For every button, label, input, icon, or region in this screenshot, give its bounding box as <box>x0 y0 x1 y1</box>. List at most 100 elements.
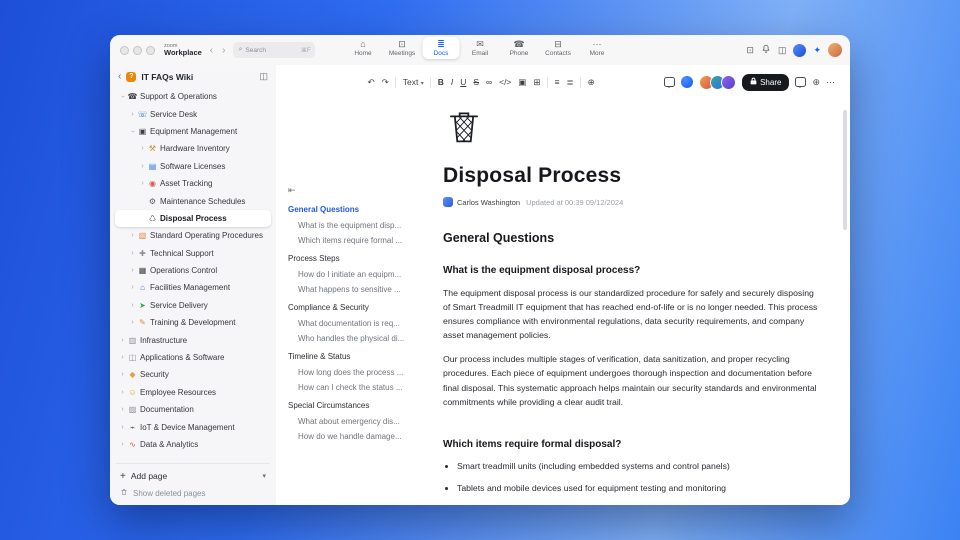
chevron-down-icon[interactable]: › <box>129 127 136 136</box>
toc-item[interactable]: What documentation is req... <box>288 319 426 328</box>
chevron-right-icon[interactable]: › <box>128 232 137 239</box>
tab-contacts[interactable]: ⊟ Contacts <box>540 37 577 59</box>
chevron-down-icon[interactable]: › <box>119 92 126 101</box>
screen-share-icon[interactable]: ⊡ <box>746 45 754 56</box>
sidebar-item-equipment-management[interactable]: › ▣ Equipment Management <box>115 123 271 140</box>
ai-companion-icon[interactable] <box>681 76 694 88</box>
global-search-input[interactable]: ⌕ Search ⌘F <box>233 42 316 58</box>
toc-item[interactable]: How can I check the status ... <box>288 383 426 392</box>
toc-item[interactable]: What is the equipment disp... <box>288 221 426 230</box>
sidebar-item-operations-control[interactable]: › ▦ Operations Control <box>115 262 271 279</box>
table-button[interactable]: ⊞ <box>530 76 544 89</box>
list-button[interactable]: ≣ <box>563 76 577 89</box>
question-heading-1[interactable]: What is the equipment disposal process? <box>443 265 823 276</box>
sidebar-item-software-licenses[interactable]: › ▤ Software Licenses <box>115 158 271 175</box>
paragraph-1[interactable]: The equipment disposal process is our st… <box>443 286 823 342</box>
show-deleted-pages-button[interactable]: Show deleted pages <box>116 485 270 501</box>
sidebar-item-disposal-process[interactable]: ♺ Disposal Process <box>115 209 271 228</box>
collaborator-avatars[interactable] <box>699 74 737 90</box>
tab-docs[interactable]: ≣ Docs <box>422 37 460 59</box>
sidebar-item-security[interactable]: › ◆ Security <box>115 366 271 383</box>
minimize-window-button[interactable] <box>133 45 142 55</box>
chevron-right-icon[interactable]: › <box>128 250 137 257</box>
sidebar-item-support-operations[interactable]: › ☎ Support & Operations <box>115 88 271 105</box>
sidebar-item-asset-tracking[interactable]: › ◉ Asset Tracking <box>115 175 271 192</box>
zoom-window-button[interactable] <box>146 45 155 55</box>
sidebar-item-employee-resources[interactable]: › ☺ Employee Resources <box>115 384 271 401</box>
document-body[interactable]: Disposal Process Carlos Washington Updat… <box>443 105 823 505</box>
chat-icon[interactable] <box>795 77 807 88</box>
chevron-right-icon[interactable]: › <box>138 180 147 187</box>
toc-item[interactable]: How long does the process ... <box>288 368 426 377</box>
sidebar-item-hardware-inventory[interactable]: › ⚒ Hardware Inventory <box>115 140 271 157</box>
question-heading-2[interactable]: Which items require formal disposal? <box>443 439 823 450</box>
section-heading[interactable]: General Questions <box>443 231 823 245</box>
close-window-button[interactable] <box>120 45 129 55</box>
toc-item[interactable]: How do I initiate an equipm... <box>288 270 426 279</box>
toc-item[interactable]: Which items require formal ... <box>288 236 426 245</box>
paragraph-2[interactable]: Our process includes multiple stages of … <box>443 352 823 408</box>
sidebar-item-infrastructure[interactable]: › ▥ Infrastructure <box>115 331 271 348</box>
sidebar-item-documentation[interactable]: › ▨ Documentation <box>115 401 271 418</box>
chevron-right-icon[interactable]: › <box>118 354 127 361</box>
chevron-right-icon[interactable]: › <box>128 302 137 309</box>
sidebar-item-data-analytics[interactable]: › ∿ Data & Analytics <box>115 436 271 453</box>
collaborator-avatar[interactable] <box>721 74 737 90</box>
bell-icon[interactable] <box>761 41 771 59</box>
sidebar-item-iot-device-management[interactable]: › ⌁ IoT & Device Management <box>115 418 271 435</box>
toc-section-compliance-security[interactable]: Compliance & Security <box>288 303 426 312</box>
chevron-right-icon[interactable]: › <box>118 337 127 344</box>
code-button[interactable]: </> <box>496 76 515 89</box>
align-button[interactable]: ≡ <box>551 76 563 89</box>
chevron-right-icon[interactable]: › <box>118 406 127 413</box>
comment-icon[interactable] <box>664 77 676 88</box>
chevron-right-icon[interactable]: › <box>118 371 127 378</box>
page-title[interactable]: Disposal Process <box>443 164 823 188</box>
window-controls[interactable] <box>120 45 155 55</box>
workspace-avatar[interactable] <box>793 43 807 57</box>
add-page-button[interactable]: + Add page ▾ <box>116 467 270 485</box>
sidebar-item-maintenance-schedules[interactable]: ⚙ Maintenance Schedules <box>115 192 271 209</box>
strikethrough-button[interactable]: S <box>470 76 483 89</box>
bold-button[interactable]: B <box>434 76 447 89</box>
chevron-right-icon[interactable]: › <box>128 284 137 291</box>
chevron-right-icon[interactable]: › <box>138 163 147 170</box>
tab-email[interactable]: ✉ Email <box>462 37 499 59</box>
chevron-right-icon[interactable]: › <box>118 441 127 448</box>
doc-trash-icon[interactable] <box>443 105 823 152</box>
sidebar-item-applications-software[interactable]: › ◫ Applications & Software <box>115 349 271 366</box>
nav-forward-icon[interactable]: › <box>221 45 226 56</box>
tab-meetings[interactable]: ⊡ Meetings <box>384 37 421 59</box>
chevron-right-icon[interactable]: › <box>118 389 127 396</box>
underline-button[interactable]: U <box>457 76 470 89</box>
more-options-icon[interactable]: ⋯ <box>826 77 836 88</box>
sidebar-item-training-development[interactable]: › ✎ Training & Development <box>115 314 271 331</box>
globe-icon[interactable]: ⊕ <box>812 77 820 88</box>
tab-more[interactable]: ⋯ More <box>579 37 616 59</box>
sidebar-item-service-delivery[interactable]: › ➤ Service Delivery <box>115 297 271 314</box>
ai-sparkle-icon[interactable]: ✦ <box>813 45 821 56</box>
chevron-right-icon[interactable]: › <box>128 111 137 118</box>
chevron-down-icon[interactable]: ▾ <box>262 472 266 480</box>
toc-collapse-icon[interactable]: ⇤ <box>288 185 426 196</box>
sidebar-item-standard-operating-procedures[interactable]: › ▧ Standard Operating Procedures <box>115 227 271 244</box>
sidebar-collapse-icon[interactable]: ◫ <box>259 71 268 82</box>
panel-toggle-icon[interactable]: ◫ <box>778 45 787 56</box>
sidebar-item-facilities-management[interactable]: › ⌂ Facilities Management <box>115 279 271 296</box>
wiki-back-icon[interactable]: ‹ <box>118 71 121 82</box>
toc-item[interactable]: Who handles the physical di... <box>288 334 426 343</box>
toc-section-general-questions[interactable]: General Questions <box>288 205 426 214</box>
tab-home[interactable]: ⌂ Home <box>345 37 382 59</box>
nav-back-icon[interactable]: ‹ <box>209 45 214 56</box>
chevron-right-icon[interactable]: › <box>128 267 137 274</box>
toc-item[interactable]: What happens to sensitive ... <box>288 285 426 294</box>
toc-section-timeline-status[interactable]: Timeline & Status <box>288 352 426 361</box>
sidebar-item-technical-support[interactable]: › ✚ Technical Support <box>115 245 271 262</box>
share-button[interactable]: Share <box>742 73 790 91</box>
italic-button[interactable]: I <box>447 76 456 89</box>
redo-button[interactable]: ↷ <box>378 76 392 89</box>
sidebar-item-service-desk[interactable]: › ☏ Service Desk <box>115 105 271 122</box>
toc-item[interactable]: How do we handle damage... <box>288 432 426 441</box>
undo-button[interactable]: ↶ <box>364 76 378 89</box>
scrollbar[interactable] <box>843 110 847 230</box>
